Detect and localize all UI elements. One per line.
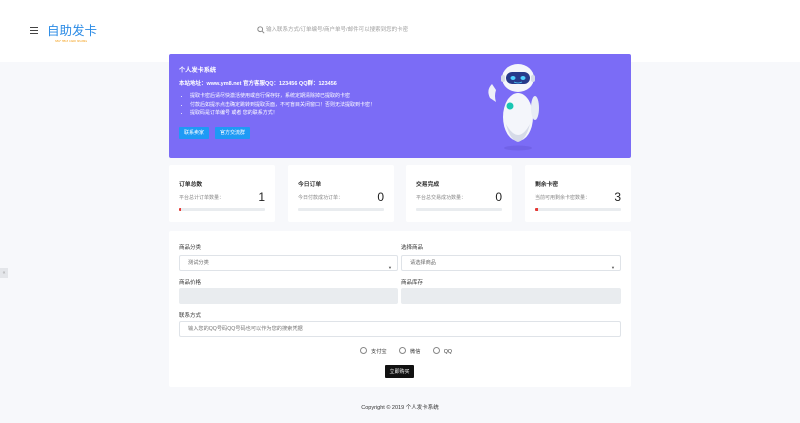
payment-method-group: 支付宝 微信 QQ <box>360 347 463 355</box>
stat-subtitle: 今日付款成功订单： <box>298 195 344 201</box>
contact-seller-button[interactable]: 联系卖家 <box>179 127 210 139</box>
stat-title: 订单总数 <box>179 182 203 188</box>
hero-title: 个人发卡系统 <box>179 67 217 74</box>
stat-subtitle: 平台总计订单数量： <box>179 195 225 201</box>
chevron-down-icon: ▼ <box>611 265 615 270</box>
product-select-value: 请选择商品 <box>410 260 436 266</box>
stat-title: 交易完成 <box>416 182 440 188</box>
stat-progress-fill <box>535 208 538 211</box>
radio-icon <box>360 347 367 354</box>
contact-label: 联系方式 <box>179 313 202 319</box>
stat-value: 3 <box>614 190 621 204</box>
footer-copyright: Copyright © 2019 个人发卡系统 <box>361 405 439 411</box>
stat-value: 0 <box>495 190 502 204</box>
top-bar: 自助发卡 SELF HELP CARD ISSUING <box>0 0 800 62</box>
buy-now-button[interactable]: 立即购买 <box>385 365 414 378</box>
price-label: 商品价格 <box>179 280 202 286</box>
chevron-down-icon: ▼ <box>388 265 392 270</box>
logo-subtext: SELF HELP CARD ISSUING <box>55 39 87 43</box>
search-icon[interactable] <box>257 26 265 34</box>
stat-title: 剩余卡密 <box>535 182 559 188</box>
payment-option-label: QQ <box>443 349 452 355</box>
radio-icon <box>399 347 407 354</box>
contact-input[interactable] <box>179 321 621 337</box>
stat-card-today-orders: 今日订单 今日付款成功订单： 0 <box>288 165 394 222</box>
stat-progress-bar <box>535 208 621 211</box>
menu-icon[interactable] <box>30 27 38 34</box>
stat-subtitle: 当前可用剩余卡密数量： <box>535 195 591 201</box>
robot-illustration <box>488 64 539 151</box>
hero-site-info: 本站地址：www.ym8.net 官方客服QQ：123456 QQ群：12345… <box>179 81 337 87</box>
stat-subtitle: 平台总交易成功数量： <box>416 195 467 201</box>
price-field <box>179 288 398 304</box>
hero-tips-list: 提取卡密后请尽快激活使用或自行保存好，系统定期清除掉已提取的卡密 付款后如提示点… <box>179 92 375 118</box>
stat-progress-bar <box>298 208 384 211</box>
category-select[interactable]: 测试分类 ▼ <box>179 255 398 271</box>
category-label: 商品分类 <box>179 245 202 251</box>
stat-value: 1 <box>258 190 265 204</box>
payment-option-alipay[interactable]: 支付宝 <box>360 347 387 355</box>
hero-tip: 提取卡密后请尽快激活使用或自行保存好，系统定期清除掉已提取的卡密 <box>190 92 375 101</box>
stat-title: 今日订单 <box>298 182 322 188</box>
category-select-value: 测试分类 <box>188 260 209 266</box>
official-group-button[interactable]: 官方交流群 <box>215 127 251 139</box>
payment-option-label: 支付宝 <box>371 349 387 355</box>
stat-progress-bar <box>179 208 265 211</box>
hero-tip: 付款后如提示点击确定跳转到提取页面，不可盲目关闭窗口！否则无法提取到卡密！ <box>190 101 375 110</box>
stat-card-remaining-cards: 剩余卡密 当前可用剩余卡密数量： 3 <box>525 165 631 222</box>
stat-progress-fill <box>179 208 181 211</box>
product-label: 选择商品 <box>401 245 424 251</box>
payment-option-wechat[interactable]: 微信 <box>399 347 420 355</box>
stat-card-total-orders: 订单总数 平台总计订单数量： 1 <box>169 165 275 222</box>
radio-icon <box>432 347 440 354</box>
stat-progress-bar <box>416 208 502 211</box>
stat-card-completed-trades: 交易完成 平台总交易成功数量： 0 <box>406 165 512 222</box>
payment-option-label: 微信 <box>410 349 421 355</box>
payment-option-qq[interactable]: QQ <box>432 347 452 355</box>
logo-text: 自助发卡 <box>47 23 97 38</box>
search-input[interactable] <box>266 22 526 38</box>
hero-tip: 提取码是订单编号 或者 您的联系方式！ <box>190 109 375 118</box>
stock-label: 商品库存 <box>401 280 424 286</box>
site-logo[interactable]: 自助发卡 SELF HELP CARD ISSUING <box>46 21 110 45</box>
side-collapse-tab[interactable]: « <box>0 268 8 278</box>
stat-value: 0 <box>377 190 384 204</box>
product-select[interactable]: 请选择商品 ▼ <box>401 255 621 271</box>
hero-banner: 个人发卡系统 本站地址：www.ym8.net 官方客服QQ：123456 QQ… <box>169 54 631 158</box>
stock-field <box>401 288 621 304</box>
